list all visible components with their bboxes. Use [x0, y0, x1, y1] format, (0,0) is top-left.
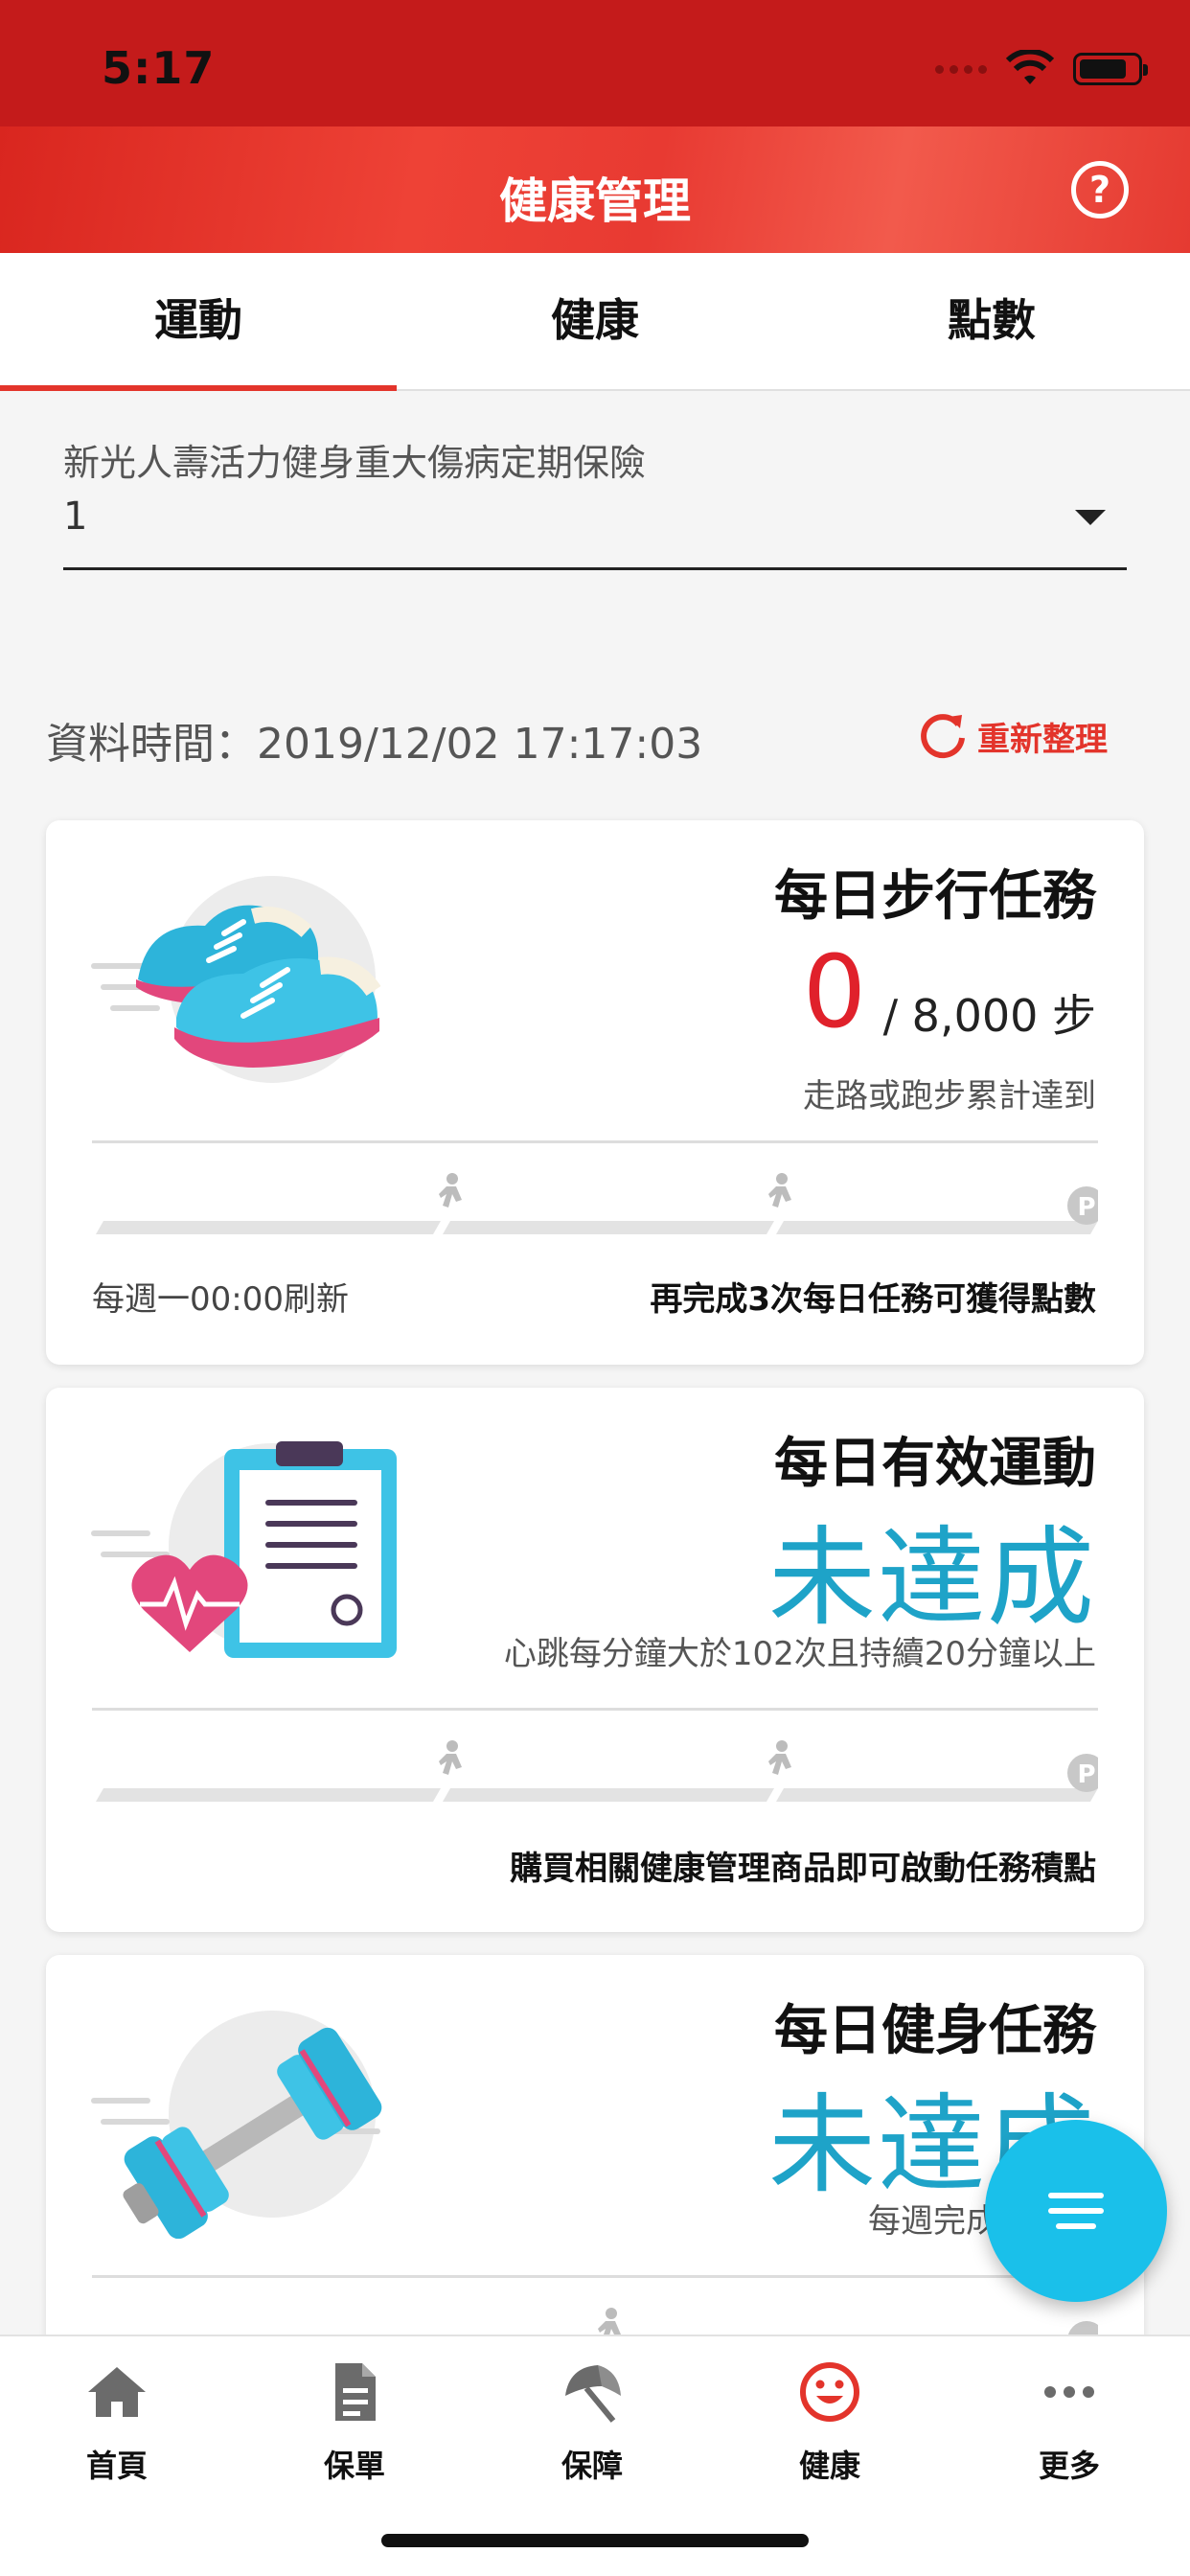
help-icon: ?	[1088, 169, 1111, 211]
status-bar: 5:17	[0, 0, 1190, 126]
home-icon	[88, 2367, 146, 2417]
tab-exercise[interactable]: 運動	[0, 253, 397, 391]
nav-label: 更多	[1038, 2448, 1100, 2484]
app-screen: 5:17 健康管理 ? 運動 健康 點數 新光人壽活力健身重大傷病定期保險 1 …	[0, 0, 1190, 2576]
tab-points[interactable]: 點數	[793, 253, 1190, 389]
steps-goal: / 8,000 步	[882, 990, 1096, 1042]
status-not-achieved: 未達成	[768, 1516, 1096, 1641]
steps-current: 0	[802, 933, 866, 1050]
refresh-button[interactable]: 重新整理	[914, 707, 1108, 765]
svg-text:P: P	[1077, 1760, 1095, 1789]
card-description: 心跳每分鐘大於102次且持續20分鐘以上	[503, 1635, 1096, 1673]
nav-label: 首頁	[85, 2448, 148, 2484]
nav-coverage[interactable]: 保障	[515, 2358, 669, 2486]
card-divider	[92, 1140, 1098, 1143]
status-time: 5:17	[102, 42, 216, 94]
points-note: 再完成3次每日任務可獲得點數	[650, 1280, 1096, 1319]
daily-effective-exercise-card[interactable]: 每日有效運動 未達成 心跳每分鐘大於102次且持續20分鐘以上 P 購買相關健康…	[46, 1388, 1144, 1932]
refresh-label: 重新整理	[977, 720, 1108, 759]
page-title: 健康管理	[499, 173, 691, 229]
policy-select-underline	[63, 567, 1127, 570]
card-divider	[92, 1708, 1098, 1711]
nav-label: 保單	[323, 2448, 385, 2484]
runner-icon	[768, 1173, 791, 1208]
nav-health[interactable]: 健康	[753, 2358, 906, 2486]
more-icon	[1044, 2386, 1094, 2398]
filter-fab-button[interactable]	[985, 2120, 1167, 2302]
help-button[interactable]: ?	[1071, 161, 1129, 218]
card-title: 每日有效運動	[774, 1433, 1096, 1495]
activation-note: 購買相關健康管理商品即可啟動任務積點	[510, 1850, 1096, 1888]
dumbbell-icon	[91, 2011, 382, 2239]
refresh-note: 每週一00:00刷新	[92, 1280, 349, 1319]
policy-select-value[interactable]: 1	[63, 494, 87, 539]
tab-health[interactable]: 健康	[397, 253, 793, 389]
svg-text:P: P	[1077, 1193, 1095, 1222]
smile-icon	[800, 2362, 859, 2422]
runner-icon	[439, 1173, 462, 1208]
status-indicators	[935, 50, 1148, 88]
weekly-progress-track: P	[96, 1173, 1098, 1234]
signal-icon	[935, 64, 987, 74]
app-bar: 健康管理 ?	[0, 126, 1190, 253]
nav-home[interactable]: 首頁	[40, 2358, 194, 2486]
home-indicator[interactable]	[381, 2534, 809, 2547]
dropdown-caret-icon[interactable]	[1075, 510, 1106, 525]
document-icon	[335, 2363, 376, 2421]
runner-icon	[768, 1740, 791, 1775]
refresh-icon	[921, 714, 965, 759]
daily-walking-card[interactable]: 每日步行任務 0 / 8,000 步 走路或跑步累計達到 P 每週一00:00刷…	[46, 820, 1144, 1365]
data-timestamp: 資料時間：2019/12/02 17:17:03	[46, 720, 703, 769]
weekly-progress-track: P	[96, 1740, 1098, 1802]
battery-icon	[1073, 53, 1148, 85]
points-badge-icon: P	[1067, 1186, 1098, 1225]
points-badge-icon: P	[1067, 1754, 1098, 1792]
wifi-icon	[1006, 50, 1054, 84]
card-description: 走路或跑步累計達到	[803, 1077, 1096, 1116]
nav-label: 保障	[561, 2448, 623, 2484]
heart-clipboard-icon	[91, 1441, 397, 1658]
tab-bar: 運動 健康 點數	[0, 253, 1190, 391]
card-divider	[92, 2275, 1098, 2278]
sneakers-icon	[91, 876, 381, 1083]
nav-label: 健康	[798, 2448, 860, 2484]
umbrella-icon	[565, 2365, 621, 2423]
card-title: 每日步行任務	[774, 865, 1096, 928]
nav-more[interactable]: 更多	[993, 2358, 1146, 2486]
policy-select-label: 新光人壽活力健身重大傷病定期保險	[63, 442, 647, 484]
nav-policy[interactable]: 保單	[278, 2358, 431, 2486]
card-title: 每日健身任務	[774, 2000, 1096, 2062]
runner-icon	[439, 1740, 462, 1775]
